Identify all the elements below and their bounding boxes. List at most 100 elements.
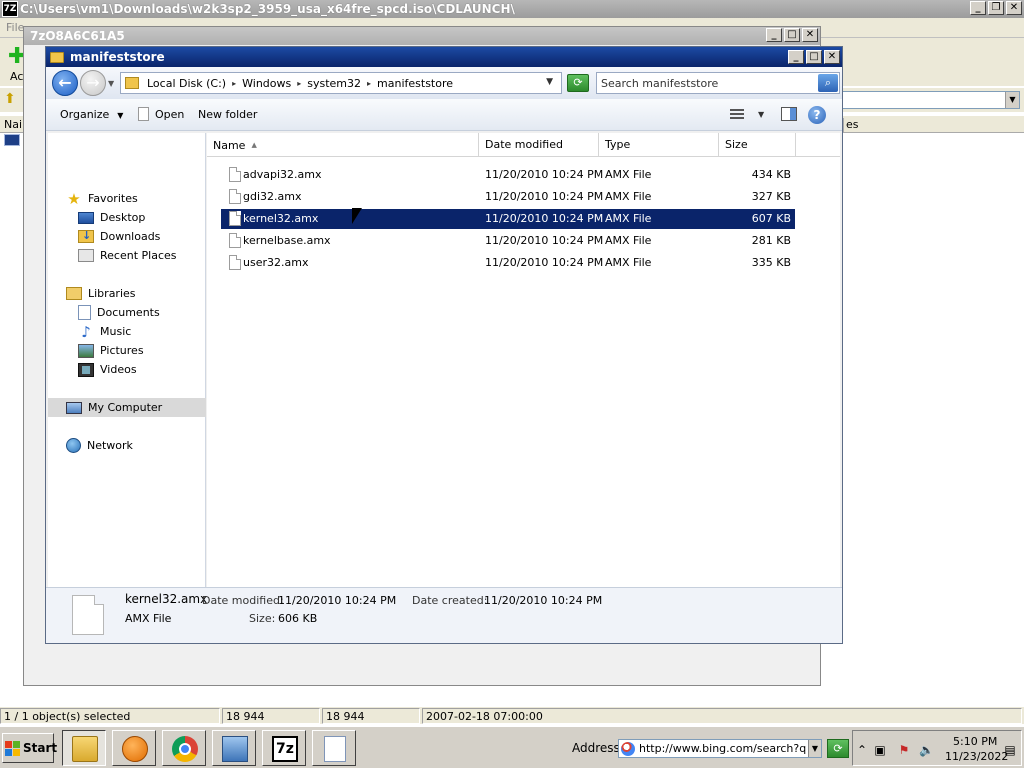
nav-music[interactable]: ♪ Music — [48, 322, 206, 341]
preview-pane-icon[interactable] — [781, 107, 797, 121]
file-type: AMX File — [605, 168, 652, 181]
maximize-button[interactable]: □ — [784, 28, 800, 42]
close-button[interactable]: ✕ — [824, 50, 840, 64]
explorer-window: manifeststore _ □ ✕ ← → ▼ Local Disk (C:… — [45, 46, 843, 644]
chevron-down-icon[interactable]: ▼ — [1005, 92, 1019, 108]
go-button[interactable]: ⟳ — [827, 739, 849, 758]
file-row[interactable]: advapi32.amx 11/20/2010 10:24 PM AMX Fil… — [221, 165, 795, 185]
chevron-down-icon[interactable]: ▼ — [808, 740, 821, 757]
close-button[interactable]: ✕ — [802, 28, 818, 42]
nav-network-label: Network — [87, 439, 133, 452]
menu-file[interactable]: File — [6, 21, 24, 34]
clock-time[interactable]: 5:10 PM — [953, 735, 997, 748]
nav-libraries[interactable]: Libraries — [48, 284, 206, 303]
breadcrumb-windows[interactable]: Windows — [242, 77, 291, 90]
sevenzip-path-combo[interactable]: ▼ — [842, 91, 1020, 109]
nav-my-computer[interactable]: My Computer — [48, 398, 206, 417]
column-name[interactable]: Name ▲ — [207, 133, 479, 157]
nav-recent-places-label: Recent Places — [100, 249, 177, 262]
file-row-selected[interactable]: kernel32.amx 11/20/2010 10:24 PM AMX Fil… — [221, 209, 795, 229]
sevenzip-title: C:\Users\vm1\Downloads\w2k3sp2_3959_usa_… — [20, 2, 515, 16]
taskbar-address-label: Address — [572, 741, 620, 755]
file-icon — [229, 189, 241, 204]
search-input[interactable] — [601, 76, 811, 90]
file-size: 327 KB — [751, 190, 791, 203]
chevron-down-icon[interactable]: ▼ — [546, 77, 553, 87]
taskbar-media-player[interactable] — [112, 730, 156, 766]
organize-button[interactable]: Organize ▼ — [60, 108, 123, 121]
new-folder-button[interactable]: New folder — [198, 108, 257, 121]
breadcrumb-local-disk[interactable]: Local Disk (C:) — [147, 77, 226, 90]
star-icon: ★ — [67, 189, 81, 208]
nav-desktop[interactable]: Desktop — [48, 208, 206, 227]
nav-recent-places[interactable]: Recent Places — [48, 246, 206, 265]
explorer-window-controls: _ □ ✕ — [786, 50, 840, 64]
column-name-label: Name — [213, 139, 246, 152]
sevenzip-titlebar[interactable]: 7Z C:\Users\vm1\Downloads\w2k3sp2_3959_u… — [0, 0, 1024, 18]
file-row[interactable]: user32.amx 11/20/2010 10:24 PM AMX File … — [221, 253, 795, 273]
sevenzip-logo-icon: 7Z — [2, 1, 18, 17]
command-bar: Organize ▼ Open New folder ▼ ? — [46, 99, 842, 131]
nav-videos[interactable]: Videos — [48, 360, 206, 379]
taskbar-address-field[interactable]: http://www.bing.com/search?q=w ▼ — [618, 739, 822, 758]
file-date: 11/20/2010 10:24 PM — [485, 256, 604, 269]
forward-button[interactable]: → — [80, 70, 106, 96]
network-status-icon[interactable]: ▣ — [873, 743, 887, 757]
nav-documents[interactable]: Documents — [48, 303, 206, 322]
nav-favorites[interactable]: ★ Favorites — [48, 189, 206, 208]
address-bar[interactable]: Local Disk (C:) ▸ Windows ▸ system32 ▸ m… — [120, 72, 562, 94]
explorer-titlebar[interactable]: manifeststore _ □ ✕ — [46, 47, 842, 67]
column-name-header[interactable]: Nai — [4, 118, 22, 131]
minimize-button[interactable]: _ — [970, 1, 986, 15]
column-attributes-header[interactable]: es — [843, 118, 1024, 132]
status-size: 18 944 — [222, 708, 320, 724]
history-dropdown-icon[interactable]: ▼ — [108, 79, 114, 88]
file-row[interactable]: gdi32.amx 11/20/2010 10:24 PM AMX File 3… — [221, 187, 795, 207]
column-date-modified[interactable]: Date modified — [479, 133, 599, 157]
show-hidden-icons-icon[interactable]: ⌃ — [855, 743, 869, 757]
selected-item-icon[interactable] — [4, 134, 20, 146]
nav-desktop-label: Desktop — [100, 211, 146, 224]
breadcrumb-system32[interactable]: system32 — [307, 77, 361, 90]
start-button[interactable]: Start — [2, 733, 57, 763]
minimize-button[interactable]: _ — [788, 50, 804, 64]
file-row[interactable]: kernelbase.amx 11/20/2010 10:24 PM AMX F… — [221, 231, 795, 251]
breadcrumb-chevron-icon[interactable]: ▸ — [367, 79, 371, 88]
clock-date[interactable]: 11/23/2022 — [945, 750, 1008, 763]
desktop-icon — [78, 211, 94, 224]
taskbar-document[interactable] — [312, 730, 356, 766]
help-icon[interactable]: ? — [808, 106, 826, 124]
window-7zo-titlebar[interactable]: 7zO8A6C61A5 _ □ ✕ — [24, 27, 820, 45]
maximize-button[interactable]: □ — [806, 50, 822, 64]
nav-downloads[interactable]: Downloads — [48, 227, 206, 246]
breadcrumb-chevron-icon[interactable]: ▸ — [232, 79, 236, 88]
back-button[interactable]: ← — [52, 70, 78, 96]
column-headers: Name ▲ Date modified Type Size — [207, 133, 840, 157]
explorer-title: manifeststore — [70, 50, 165, 64]
taskbar-7zip[interactable]: 7z — [262, 730, 306, 766]
breadcrumb-manifeststore[interactable]: manifeststore — [377, 77, 453, 90]
view-options-icon[interactable] — [730, 109, 746, 121]
taskbar-network[interactable] — [212, 730, 256, 766]
action-center-icon[interactable]: ⚑ — [897, 743, 911, 757]
nav-network[interactable]: Network — [48, 436, 206, 455]
volume-icon[interactable]: 🔈 — [919, 743, 934, 757]
breadcrumb-chevron-icon[interactable]: ▸ — [297, 79, 301, 88]
refresh-button[interactable]: ⟳ — [567, 74, 589, 92]
minimize-button[interactable]: _ — [766, 28, 782, 42]
taskbar-chrome[interactable] — [162, 730, 206, 766]
column-size[interactable]: Size — [719, 133, 796, 157]
column-type[interactable]: Type — [599, 133, 719, 157]
add-button-label[interactable]: Ac — [10, 70, 23, 83]
folder-icon — [50, 51, 64, 63]
restore-button[interactable]: ❐ — [988, 1, 1004, 15]
taskbar-explorer[interactable] — [62, 730, 106, 766]
close-button[interactable]: ✕ — [1006, 1, 1022, 15]
search-icon[interactable]: ⌕ — [818, 74, 838, 92]
chevron-down-icon[interactable]: ▼ — [758, 110, 764, 119]
folder-up-icon[interactable]: ⬆ — [4, 91, 16, 107]
nav-pictures[interactable]: Pictures — [48, 341, 206, 360]
show-desktop-icon[interactable]: ▤ — [1003, 743, 1017, 757]
nav-music-label: Music — [100, 325, 132, 338]
open-button[interactable]: Open — [138, 106, 184, 121]
